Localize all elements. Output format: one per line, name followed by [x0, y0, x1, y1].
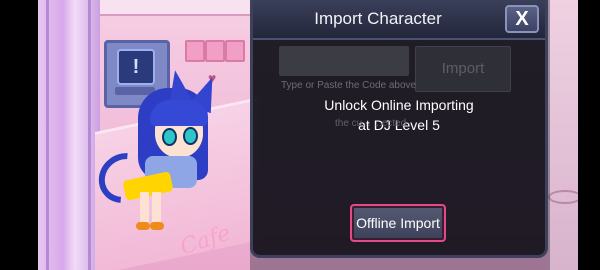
cabinet-screen: ! [117, 49, 155, 85]
right-scene-strip [548, 0, 578, 270]
import-button[interactable]: Import [415, 46, 511, 92]
wall-shelf [100, 0, 260, 16]
code-input-hint: Type or Paste the Code above [281, 80, 417, 91]
pink-box [225, 40, 245, 62]
pink-box [205, 40, 225, 62]
character-bangs [150, 100, 208, 126]
left-letterbox [0, 0, 38, 270]
character-eye [162, 128, 177, 146]
alert-icon: ! [132, 56, 140, 78]
code-input[interactable] [279, 46, 409, 76]
pillar-stripe [88, 0, 91, 270]
pillar-stripe [46, 0, 49, 270]
character-leg [152, 192, 161, 226]
dialog-header: Import Character X [253, 0, 545, 40]
decorative-pillar [38, 0, 100, 270]
close-button[interactable]: X [505, 5, 539, 33]
character-leg [140, 192, 149, 226]
faded-hint-text: the cu... ...ected. [335, 118, 409, 129]
right-letterbox [578, 0, 600, 270]
import-character-dialog: Import Character X Import Type or Paste … [250, 0, 548, 258]
pink-box [185, 40, 205, 62]
dialog-title: Import Character [314, 9, 442, 28]
unlock-message: Unlock Online Importing at DJ Level 5 [253, 95, 545, 135]
character-shoe [150, 222, 164, 230]
close-icon: X [515, 8, 529, 30]
unlock-message-line1: Unlock Online Importing [324, 97, 474, 113]
bar-stool [548, 190, 582, 204]
offline-import-button[interactable]: Offline Import [350, 204, 446, 242]
character-shoe [136, 222, 150, 230]
character-eye [183, 127, 198, 145]
